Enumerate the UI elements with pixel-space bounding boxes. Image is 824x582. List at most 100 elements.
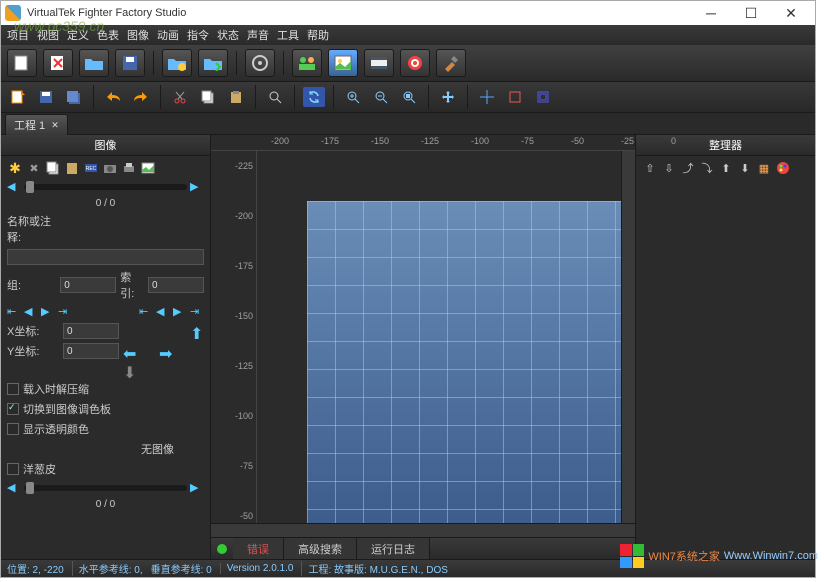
menu-anim[interactable]: 动画	[157, 27, 179, 43]
group-input[interactable]	[60, 277, 116, 293]
delete-button[interactable]	[43, 49, 73, 77]
image-button[interactable]	[328, 49, 358, 77]
redo-icon[interactable]	[130, 87, 152, 107]
chk-decompress[interactable]	[7, 383, 19, 395]
org-palette-icon[interactable]	[775, 160, 791, 176]
menu-state[interactable]: 状态	[217, 27, 239, 43]
zoomin-icon[interactable]	[342, 87, 364, 107]
crosshair-icon[interactable]	[476, 87, 498, 107]
sync-icon[interactable]	[303, 87, 325, 107]
tab-log[interactable]: 运行日志	[357, 538, 430, 560]
zoomout-icon[interactable]	[370, 87, 392, 107]
menu-palette[interactable]: 色表	[97, 27, 119, 43]
rec-icon[interactable]: REC	[83, 160, 99, 176]
tab-error[interactable]: 错误	[233, 538, 284, 560]
ycoord-input[interactable]	[63, 343, 119, 359]
menu-tool[interactable]: 工具	[277, 27, 299, 43]
name-input[interactable]	[7, 249, 204, 265]
menu-image[interactable]: 图像	[127, 27, 149, 43]
slider1-left[interactable]: ◀	[7, 180, 21, 194]
first2-icon[interactable]: ⇤	[139, 305, 153, 319]
paste-icon[interactable]	[225, 87, 247, 107]
slider1-right[interactable]: ▶	[190, 180, 204, 194]
tab-search[interactable]: 高级搜索	[284, 538, 357, 560]
last-icon[interactable]: ⇥	[58, 305, 72, 319]
down-arrow-icon[interactable]: ⬇	[123, 363, 137, 377]
pic-icon[interactable]	[140, 160, 156, 176]
import-button[interactable]	[162, 49, 192, 77]
rect1-icon[interactable]	[504, 87, 526, 107]
minimize-button[interactable]: ─	[691, 5, 731, 21]
first-icon[interactable]: ⇤	[7, 305, 21, 319]
settings-button[interactable]	[245, 49, 275, 77]
new-button[interactable]	[7, 49, 37, 77]
app-icon	[5, 5, 21, 21]
print-icon[interactable]	[121, 160, 137, 176]
users-button[interactable]	[292, 49, 322, 77]
org-sort-icon[interactable]: ▦	[756, 160, 772, 176]
up-arrow-icon[interactable]: ⬆	[190, 324, 204, 338]
menu-view[interactable]: 视图	[37, 27, 59, 43]
target-button[interactable]	[400, 49, 430, 77]
titlebar: VirtualTek Fighter Factory Studio ─ ☐ ✕	[1, 1, 815, 25]
org-down2-icon[interactable]: ⬇	[737, 160, 753, 176]
film-button[interactable]	[364, 49, 394, 77]
saveall-icon[interactable]	[63, 87, 85, 107]
org-top-icon[interactable]: ⤴	[680, 160, 696, 176]
tab-row: 工程 1 ✕	[1, 113, 815, 135]
cam-icon[interactable]	[102, 160, 118, 176]
cut-icon[interactable]	[169, 87, 191, 107]
close-button[interactable]: ✕	[771, 5, 811, 22]
org-up-icon[interactable]: ⇧	[642, 160, 658, 176]
move-icon[interactable]	[437, 87, 459, 107]
export-button[interactable]	[198, 49, 228, 77]
newdoc-icon[interactable]	[7, 87, 29, 107]
left-arrow-icon[interactable]: ⬅	[123, 344, 137, 358]
horizontal-scrollbar[interactable]	[211, 523, 635, 537]
rect2-icon[interactable]	[532, 87, 554, 107]
undo-icon[interactable]	[102, 87, 124, 107]
window-title: VirtualTek Fighter Factory Studio	[27, 7, 691, 19]
chk-onion[interactable]	[7, 463, 19, 475]
vertical-scrollbar[interactable]	[621, 151, 635, 523]
savedoc-icon[interactable]	[35, 87, 57, 107]
prev-icon[interactable]: ◀	[24, 305, 38, 319]
maximize-button[interactable]: ☐	[731, 5, 771, 22]
tab-close-icon[interactable]: ✕	[51, 120, 59, 131]
slider2-left[interactable]: ◀	[7, 481, 21, 495]
copy2-icon[interactable]	[45, 160, 61, 176]
menu-sound[interactable]: 声音	[247, 27, 269, 43]
copy-icon[interactable]	[197, 87, 219, 107]
remove-icon[interactable]: ✖	[26, 160, 42, 176]
open-button[interactable]	[79, 49, 109, 77]
chk-palette[interactable]	[7, 403, 19, 415]
menu-command[interactable]: 指令	[187, 27, 209, 43]
next2-icon[interactable]: ▶	[173, 305, 187, 319]
chk-transparent[interactable]	[7, 423, 19, 435]
right-arrow-icon[interactable]: ➡	[159, 344, 173, 358]
zoomfit-icon[interactable]	[398, 87, 420, 107]
save-button[interactable]	[115, 49, 145, 77]
status-vguides: 垂直参考线: 0	[151, 561, 212, 576]
slider2-right[interactable]: ▶	[190, 481, 204, 495]
index-input[interactable]	[148, 277, 204, 293]
sparkle-icon[interactable]: ✱	[7, 160, 23, 176]
slider2[interactable]	[24, 485, 187, 491]
menu-define[interactable]: 定义	[67, 27, 89, 43]
org-down-icon[interactable]: ⇩	[661, 160, 677, 176]
project-tab[interactable]: 工程 1 ✕	[5, 114, 68, 135]
next-icon[interactable]: ▶	[41, 305, 55, 319]
zoom-reset-icon[interactable]	[264, 87, 286, 107]
last2-icon[interactable]: ⇥	[190, 305, 204, 319]
canvas[interactable]	[257, 151, 621, 523]
menu-project[interactable]: 项目	[7, 27, 29, 43]
svg-text:REC: REC	[86, 166, 97, 172]
paste2-icon[interactable]	[64, 160, 80, 176]
org-bottom-icon[interactable]: ⤵	[699, 160, 715, 176]
xcoord-input[interactable]	[63, 323, 119, 339]
menu-help[interactable]: 帮助	[307, 27, 329, 43]
tools-button[interactable]	[436, 49, 466, 77]
prev2-icon[interactable]: ◀	[156, 305, 170, 319]
slider1[interactable]	[24, 184, 187, 190]
org-up2-icon[interactable]: ⬆	[718, 160, 734, 176]
